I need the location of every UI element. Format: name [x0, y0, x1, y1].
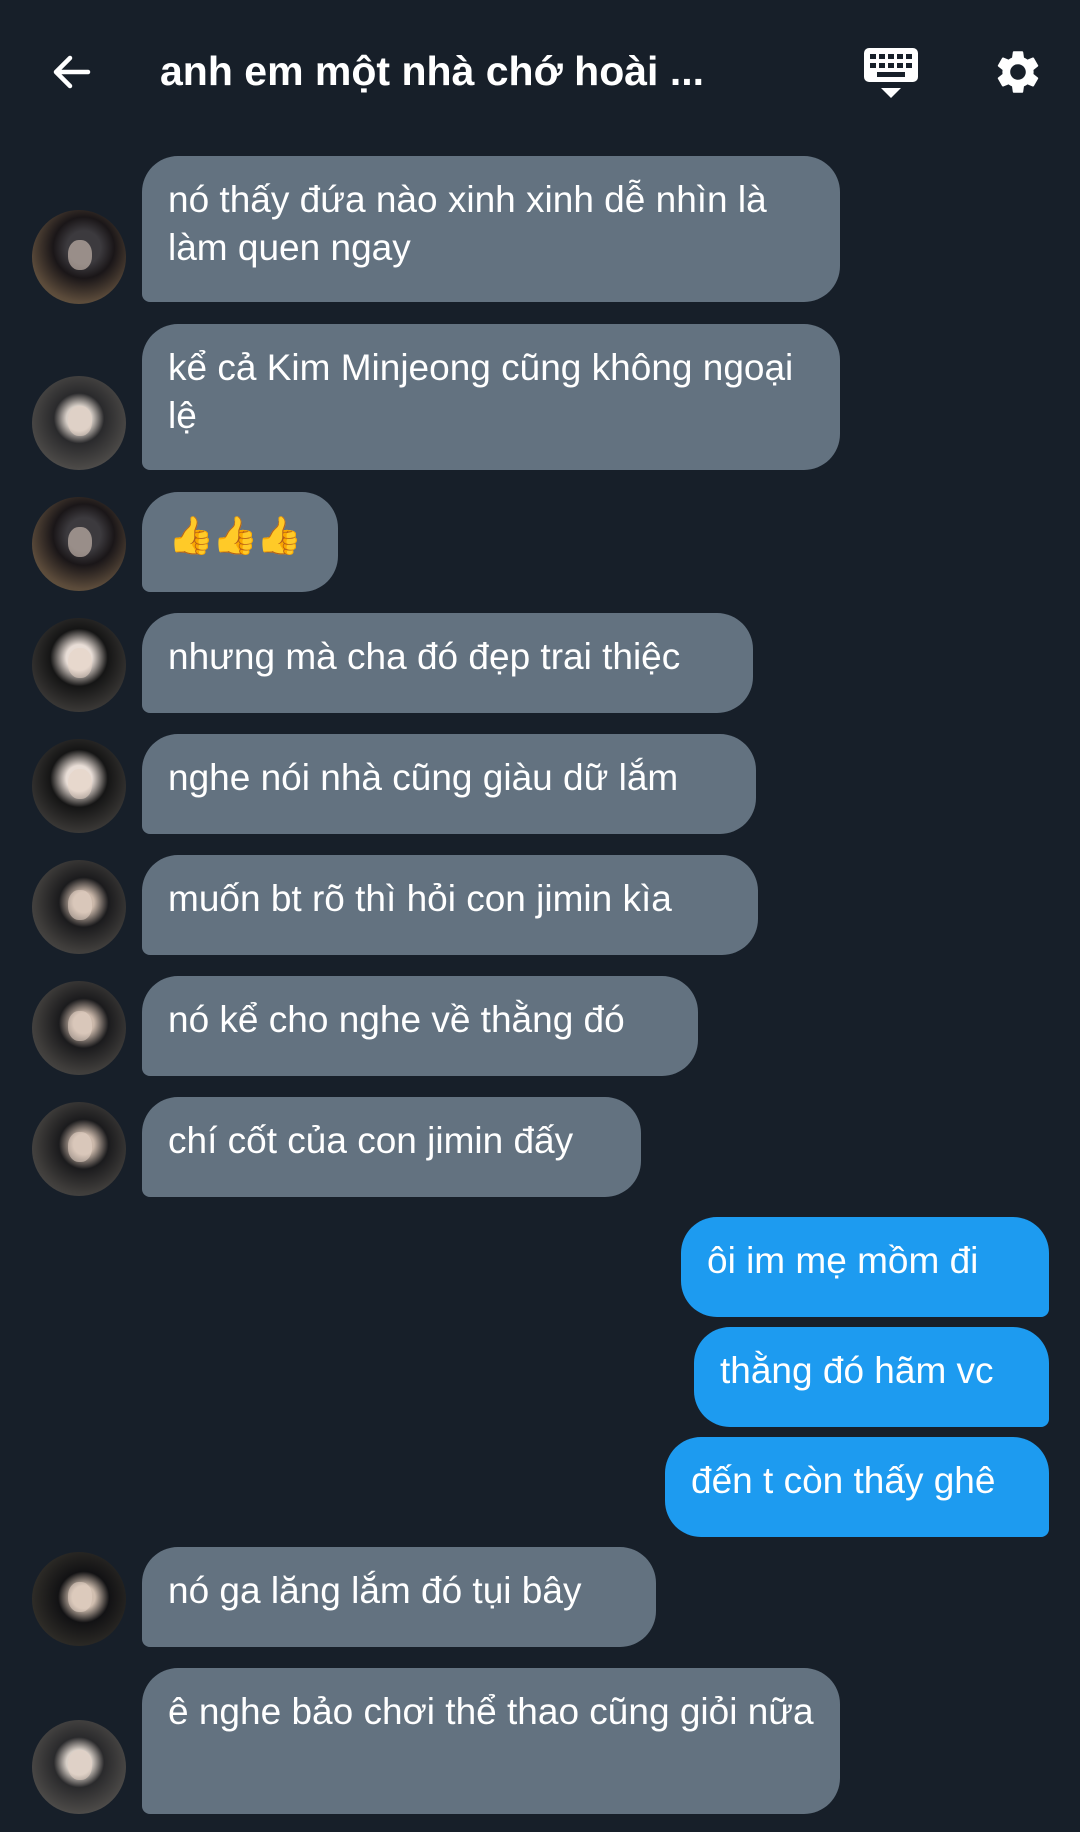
avatar[interactable]: [32, 618, 126, 712]
message-bubble[interactable]: muốn bt rõ thì hỏi con jimin kìa: [142, 855, 758, 955]
avatar[interactable]: [32, 497, 126, 591]
chat-title[interactable]: anh em một nhà chớ hoài ...: [160, 45, 780, 97]
keyboard-icon: [864, 48, 918, 98]
own-message-bubble[interactable]: ôi im mẹ mồm đi: [681, 1217, 1049, 1317]
message-bubble[interactable]: nhưng mà cha đó đẹp trai thiệc: [142, 613, 753, 713]
message-bubble[interactable]: nó ga lăng lắm đó tụi bây: [142, 1547, 656, 1647]
avatar[interactable]: [32, 210, 126, 304]
avatar[interactable]: [32, 739, 126, 833]
avatar[interactable]: [32, 1102, 126, 1196]
avatar[interactable]: [32, 981, 126, 1075]
message-bubble[interactable]: 👍👍👍: [142, 492, 338, 592]
message-bubble[interactable]: nó kể cho nghe về thằng đó: [142, 976, 698, 1076]
avatar[interactable]: [32, 1552, 126, 1646]
message-bubble[interactable]: nghe nói nhà cũng giàu dữ lắm: [142, 734, 756, 834]
message-bubble[interactable]: nó thấy đứa nào xinh xinh dễ nhìn là làm…: [142, 156, 840, 302]
chat-header: anh em một nhà chớ hoài ...: [0, 0, 1080, 145]
message-bubble[interactable]: kể cả Kim Minjeong cũng không ngoại lệ: [142, 324, 840, 470]
keyboard-button[interactable]: [862, 44, 920, 102]
own-message-bubble[interactable]: thằng đó hãm vc: [694, 1327, 1049, 1427]
gear-icon: [997, 51, 1039, 93]
avatar[interactable]: [32, 376, 126, 470]
message-bubble[interactable]: chí cốt của con jimin đấy: [142, 1097, 641, 1197]
own-message-bubble[interactable]: đến t còn thấy ghê: [665, 1437, 1049, 1537]
back-button[interactable]: [44, 44, 100, 100]
avatar[interactable]: [32, 860, 126, 954]
message-bubble[interactable]: ê nghe bảo chơi thể thao cũng giỏi nữa: [142, 1668, 840, 1814]
back-arrow-icon: [53, 55, 91, 89]
avatar[interactable]: [32, 1720, 126, 1814]
settings-button[interactable]: [990, 44, 1046, 100]
